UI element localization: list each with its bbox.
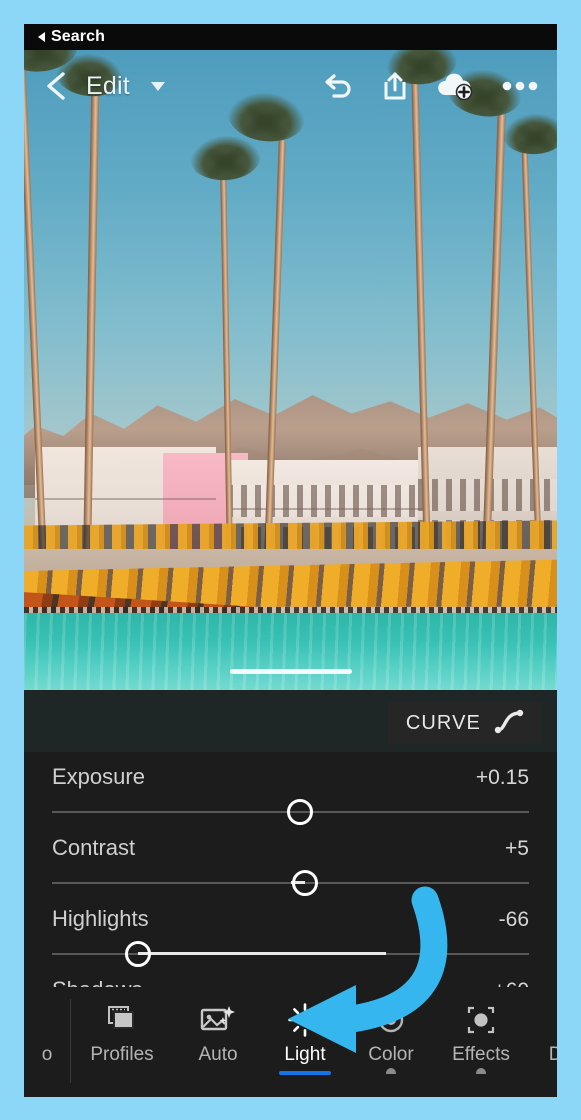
swimming-pool [24, 613, 557, 690]
tone-curve-icon [494, 708, 524, 739]
slider-label: Highlights [52, 906, 149, 931]
tab-label: o [41, 1044, 53, 1065]
tab-separator [70, 999, 71, 1083]
tab-detail[interactable]: Detail [528, 987, 557, 1097]
slider-exposure[interactable]: Exposure +0.15 [24, 752, 557, 825]
hotel-floor-divider [226, 507, 430, 510]
slider-label: Exposure [52, 764, 145, 789]
curve-label: CURVE [405, 711, 481, 734]
slider-knob[interactable] [124, 941, 151, 967]
slider-label: Contrast [52, 835, 136, 860]
tab-color[interactable]: Color [348, 987, 434, 1097]
tab-light[interactable]: Light [262, 987, 348, 1097]
tab-o[interactable]: o [24, 987, 70, 1097]
edit-toolbar: Edit [24, 50, 557, 122]
slider-fill [137, 952, 386, 955]
slider-contrast[interactable]: Contrast +5 [24, 823, 557, 896]
tab-label: Color [368, 1044, 414, 1065]
tab-label: Detail [548, 1044, 557, 1065]
edit-panel: CURVE Exposure +0.15 Contrast +5 Highlig… [24, 690, 557, 1097]
ellipsis-icon[interactable] [501, 79, 539, 93]
ios-back-to-app-bar[interactable]: Search [24, 24, 557, 50]
active-tab-underline [279, 1071, 331, 1075]
chevron-left-icon[interactable] [42, 69, 72, 103]
slider-value: +5 [505, 837, 529, 860]
tab-profiles[interactable]: Profiles [70, 987, 174, 1097]
hotel-windows-upper [226, 485, 430, 518]
tab-label: Light [284, 1044, 326, 1065]
chevron-down-icon[interactable] [150, 81, 165, 91]
edited-indicator-dot [386, 1068, 396, 1074]
auto-icon [199, 1001, 237, 1039]
slider-value: +0.15 [475, 766, 529, 789]
edited-indicator-dot [476, 1068, 486, 1074]
detail-icon [556, 1001, 557, 1039]
slider-control[interactable] [52, 870, 529, 896]
phone-screen: Search Edit CURVE Exposure +0.15 Contras… [24, 24, 557, 1097]
back-to-search-label: Search [51, 28, 105, 45]
slider-knob[interactable] [287, 799, 314, 825]
page-title: Edit [86, 71, 130, 100]
tab-auto[interactable]: Auto [174, 987, 262, 1097]
edit-mode-tabbar: o Profiles Auto Light Color Effects D [24, 987, 557, 1097]
effects-icon [464, 1001, 498, 1039]
home-indicator [229, 669, 352, 674]
slider-control[interactable] [52, 941, 529, 967]
profiles-icon [104, 1001, 140, 1039]
hotel-floor-divider-left [34, 498, 216, 500]
slider-control[interactable] [52, 799, 529, 825]
tab-effects[interactable]: Effects [434, 987, 528, 1097]
cloud-plus-icon[interactable] [435, 71, 475, 101]
triangle-left-icon [38, 32, 45, 42]
photo-preview[interactable] [24, 50, 557, 690]
slider-highlights[interactable]: Highlights -66 [24, 894, 557, 967]
tab-label: Profiles [90, 1044, 154, 1065]
color-icon [374, 1001, 408, 1039]
slider-knob[interactable] [291, 870, 318, 896]
undo-arrow-icon[interactable] [321, 71, 355, 101]
curve-button[interactable]: CURVE [387, 702, 542, 744]
tab-label: Effects [452, 1044, 510, 1065]
slider-value: -66 [498, 908, 529, 931]
share-upload-icon[interactable] [381, 70, 409, 102]
sun-icon [287, 1001, 323, 1039]
tab-label: Auto [198, 1044, 238, 1065]
